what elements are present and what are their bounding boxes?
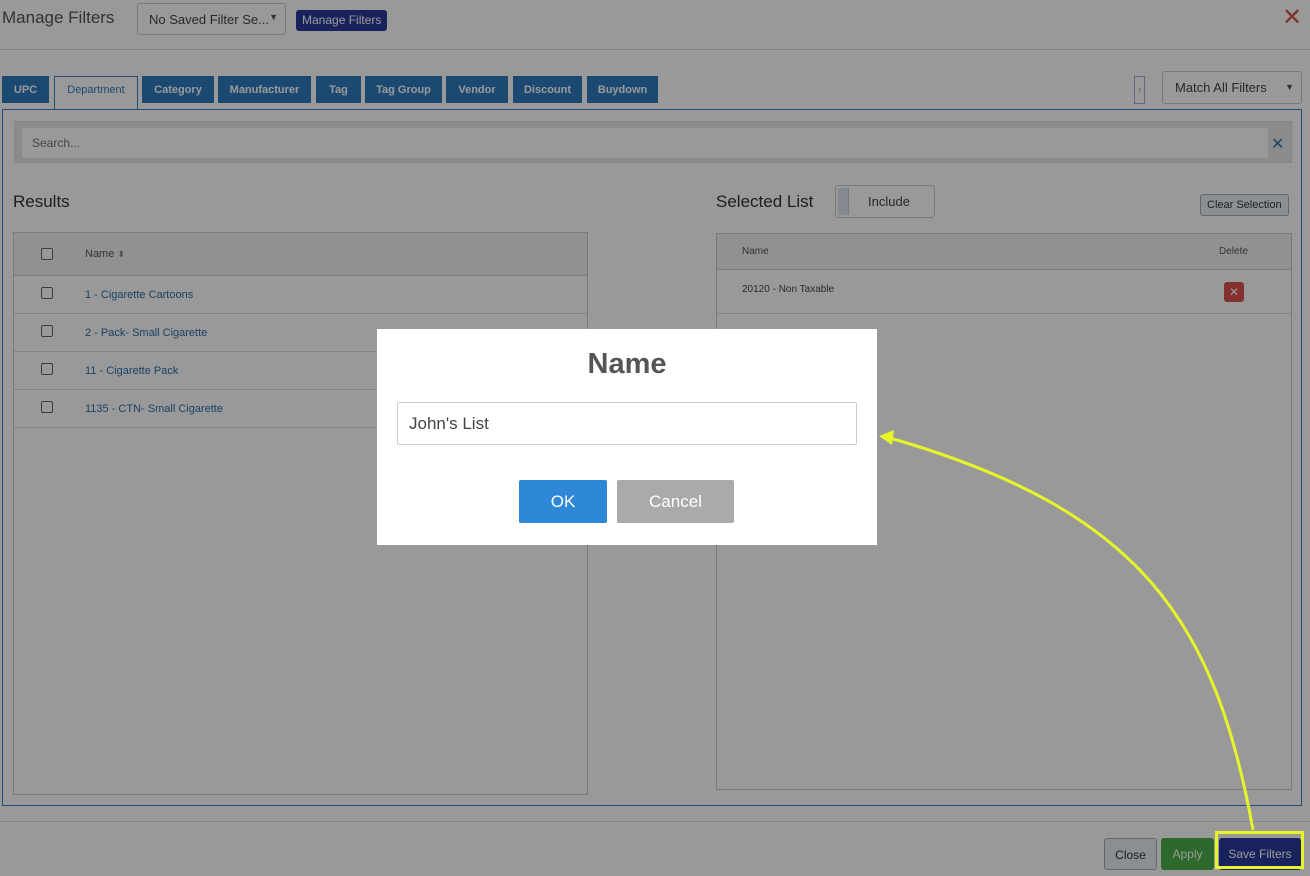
list-name-input[interactable]	[397, 402, 857, 445]
ok-button[interactable]: OK	[519, 480, 607, 523]
dialog-title: Name	[587, 348, 667, 380]
save-filters-highlight	[1215, 831, 1304, 869]
name-dialog: Name OK Cancel	[377, 329, 877, 545]
cancel-button[interactable]: Cancel	[617, 480, 734, 523]
